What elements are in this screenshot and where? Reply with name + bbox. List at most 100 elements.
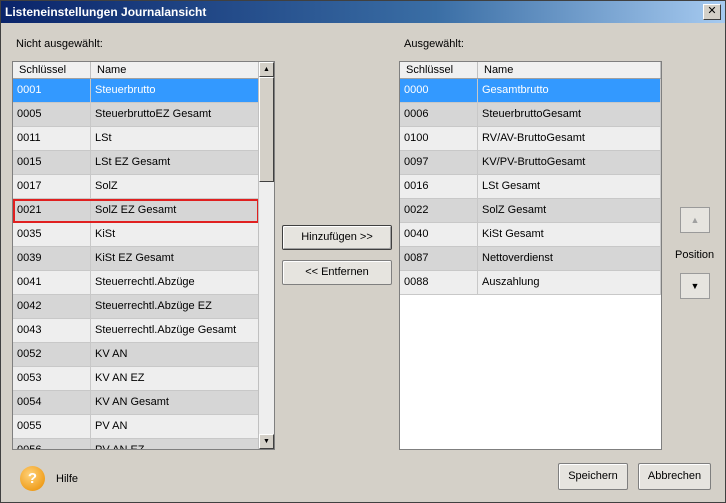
row-key: 0005 bbox=[13, 103, 91, 126]
unselected-list[interactable]: Schlüssel Name 0001 Steuerbrutto 0005 Steue… bbox=[12, 61, 275, 450]
row-key: 0087 bbox=[400, 247, 478, 270]
table-row[interactable]: 0055 PV AN bbox=[13, 415, 259, 439]
add-button[interactable]: Hinzufügen >> bbox=[282, 225, 392, 250]
position-label: Position bbox=[675, 249, 715, 261]
row-name: Nettoverdienst bbox=[478, 247, 661, 270]
table-row[interactable]: 0088 Auszahlung bbox=[400, 271, 661, 295]
row-name: Gesamtbrutto bbox=[478, 79, 661, 102]
row-name: RV/AV-BruttoGesamt bbox=[478, 127, 661, 150]
table-row[interactable]: 0022 SolZ Gesamt bbox=[400, 199, 661, 223]
move-up-button[interactable]: ▲ bbox=[680, 207, 710, 233]
row-key: 0017 bbox=[13, 175, 91, 198]
row-name: SolZ Gesamt bbox=[478, 199, 661, 222]
row-name: SteuerbruttoEZ Gesamt bbox=[91, 103, 259, 126]
row-name: KiSt EZ Gesamt bbox=[91, 247, 259, 270]
row-key: 0055 bbox=[13, 415, 91, 438]
row-key: 0011 bbox=[13, 127, 91, 150]
unselected-label: Nicht ausgewählt: bbox=[16, 38, 103, 50]
table-row[interactable]: 0001 Steuerbrutto bbox=[13, 79, 259, 103]
row-key: 0006 bbox=[400, 103, 478, 126]
list-rows: 0000 Gesamtbrutto 0006 SteuerbruttoGesamt 01… bbox=[400, 79, 661, 295]
save-button[interactable]: Speichern bbox=[558, 463, 628, 490]
table-row[interactable]: 0015 LSt EZ Gesamt bbox=[13, 151, 259, 175]
table-row[interactable]: 0006 SteuerbruttoGesamt bbox=[400, 103, 661, 127]
arrow-up-icon: ▲ bbox=[690, 215, 700, 225]
window-title: Listeneinstellungen Journalansicht bbox=[5, 5, 207, 19]
table-row[interactable]: 0017 SolZ bbox=[13, 175, 259, 199]
row-key: 0039 bbox=[13, 247, 91, 270]
table-row[interactable]: 0043 Steuerrechtl.Abzüge Gesamt bbox=[13, 319, 259, 343]
selected-list[interactable]: Schlüssel Name 0000 Gesamtbrutto 0006 Steue… bbox=[399, 61, 662, 450]
row-key: 0001 bbox=[13, 79, 91, 102]
row-key: 0041 bbox=[13, 271, 91, 294]
table-row[interactable]: 0097 KV/PV-BruttoGesamt bbox=[400, 151, 661, 175]
dialog-window: Listeneinstellungen Journalansicht ✕ Nic… bbox=[0, 0, 726, 503]
row-key: 0000 bbox=[400, 79, 478, 102]
title-bar: Listeneinstellungen Journalansicht ✕ bbox=[1, 1, 725, 23]
table-row[interactable]: 0016 LSt Gesamt bbox=[400, 175, 661, 199]
row-key: 0022 bbox=[400, 199, 478, 222]
row-name: SolZ bbox=[91, 175, 259, 198]
table-row[interactable]: 0056 PV AN EZ bbox=[13, 439, 259, 449]
table-row[interactable]: 0100 RV/AV-BruttoGesamt bbox=[400, 127, 661, 151]
arrow-down-icon: ▼ bbox=[690, 281, 700, 291]
row-name: KV AN bbox=[91, 343, 259, 366]
table-row[interactable]: 0087 Nettoverdienst bbox=[400, 247, 661, 271]
row-key: 0035 bbox=[13, 223, 91, 246]
row-name: SteuerbruttoGesamt bbox=[478, 103, 661, 126]
row-name: Steuerrechtl.Abzüge EZ bbox=[91, 295, 259, 318]
column-header-name[interactable]: Name bbox=[478, 62, 661, 78]
column-header-key[interactable]: Schlüssel bbox=[400, 62, 478, 78]
table-row[interactable]: 0040 KiSt Gesamt bbox=[400, 223, 661, 247]
move-down-button[interactable]: ▼ bbox=[680, 273, 710, 299]
row-name: PV AN bbox=[91, 415, 259, 438]
close-icon[interactable]: ✕ bbox=[703, 4, 721, 20]
cancel-button[interactable]: Abbrechen bbox=[638, 463, 711, 490]
table-row[interactable]: 0000 Gesamtbrutto bbox=[400, 79, 661, 103]
row-name: Steuerbrutto bbox=[91, 79, 259, 102]
list-header: Schlüssel Name bbox=[13, 62, 259, 79]
help-icon[interactable]: ? bbox=[20, 466, 45, 491]
remove-button[interactable]: << Entfernen bbox=[282, 260, 392, 285]
row-key: 0015 bbox=[13, 151, 91, 174]
table-row[interactable]: 0011 LSt bbox=[13, 127, 259, 151]
selected-label: Ausgewählt: bbox=[404, 38, 464, 50]
table-row[interactable]: 0054 KV AN Gesamt bbox=[13, 391, 259, 415]
table-row[interactable]: 0021 SolZ EZ Gesamt bbox=[13, 199, 259, 223]
scroll-down-icon[interactable]: ▼ bbox=[259, 434, 274, 449]
table-row[interactable]: 0042 Steuerrechtl.Abzüge EZ bbox=[13, 295, 259, 319]
row-name: LSt EZ Gesamt bbox=[91, 151, 259, 174]
table-row[interactable]: 0039 KiSt EZ Gesamt bbox=[13, 247, 259, 271]
row-key: 0097 bbox=[400, 151, 478, 174]
row-key: 0016 bbox=[400, 175, 478, 198]
row-key: 0021 bbox=[13, 199, 91, 222]
row-name: KV/PV-BruttoGesamt bbox=[478, 151, 661, 174]
table-row[interactable]: 0052 KV AN bbox=[13, 343, 259, 367]
row-key: 0056 bbox=[13, 439, 91, 449]
row-name: SolZ EZ Gesamt bbox=[91, 199, 259, 222]
row-name: Steuerrechtl.Abzüge Gesamt bbox=[91, 319, 259, 342]
column-header-key[interactable]: Schlüssel bbox=[13, 62, 91, 78]
row-name: Auszahlung bbox=[478, 271, 661, 294]
row-name: LSt bbox=[91, 127, 259, 150]
table-row[interactable]: 0005 SteuerbruttoEZ Gesamt bbox=[13, 103, 259, 127]
row-key: 0052 bbox=[13, 343, 91, 366]
row-key: 0053 bbox=[13, 367, 91, 390]
scroll-thumb[interactable] bbox=[259, 77, 274, 182]
table-row[interactable]: 0053 KV AN EZ bbox=[13, 367, 259, 391]
row-key: 0042 bbox=[13, 295, 91, 318]
row-name: KiSt bbox=[91, 223, 259, 246]
row-name: KiSt Gesamt bbox=[478, 223, 661, 246]
row-key: 0043 bbox=[13, 319, 91, 342]
row-key: 0054 bbox=[13, 391, 91, 414]
row-name: PV AN EZ bbox=[91, 439, 259, 449]
column-header-name[interactable]: Name bbox=[91, 62, 259, 78]
list-rows: 0001 Steuerbrutto 0005 SteuerbruttoEZ Gesam… bbox=[13, 79, 259, 449]
table-row[interactable]: 0041 Steuerrechtl.Abzüge bbox=[13, 271, 259, 295]
scroll-up-icon[interactable]: ▲ bbox=[259, 62, 274, 77]
help-label[interactable]: Hilfe bbox=[56, 473, 78, 485]
row-name: LSt Gesamt bbox=[478, 175, 661, 198]
table-row[interactable]: 0035 KiSt bbox=[13, 223, 259, 247]
row-name: Steuerrechtl.Abzüge bbox=[91, 271, 259, 294]
vertical-scrollbar[interactable]: ▲ ▼ bbox=[258, 62, 274, 449]
